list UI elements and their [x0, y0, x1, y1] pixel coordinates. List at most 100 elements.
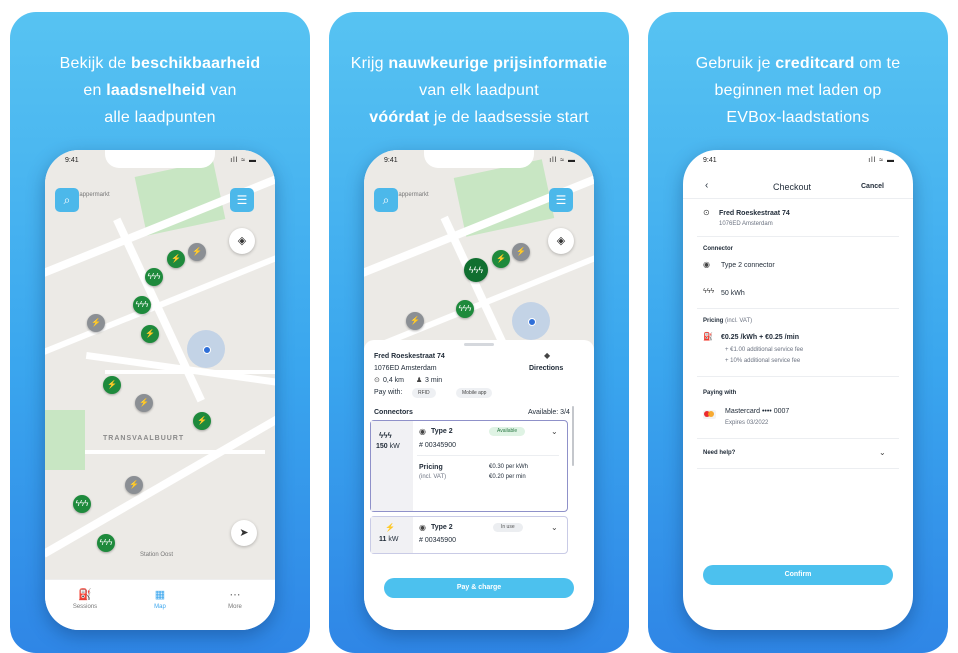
charger-pin[interactable]: ⚡ — [135, 394, 153, 412]
connector-type: Type 2 connector — [721, 262, 775, 269]
layers-button[interactable]: ◈ — [548, 228, 574, 254]
road — [85, 450, 265, 454]
connector-label: Connector — [703, 246, 733, 252]
panel-availability: Bekijk de beschikbaarheid en laadsnelhei… — [10, 12, 310, 653]
tab-more[interactable]: ⋯ More — [205, 588, 265, 610]
card-expiry: Expires 03/2022 — [725, 420, 769, 426]
current-location — [512, 302, 550, 340]
charger-pin[interactable]: ⚡ — [103, 376, 121, 394]
caption-line: EVBox-laadstations — [726, 109, 870, 126]
pricing-label: Pricing (incl. VAT) — [703, 318, 753, 324]
charger-pin[interactable]: ⚡ — [193, 412, 211, 430]
pay-chip-rfid: RFID — [412, 388, 436, 398]
search-button[interactable]: ⌕ — [55, 188, 79, 212]
directions-button[interactable]: Directions — [529, 365, 563, 372]
charger-pin[interactable]: ϟϟϟ — [456, 300, 474, 318]
pricing-sub: (incl. VAT) — [419, 474, 447, 480]
station-sheet: Fred Roeskestraat 74 1076ED Amsterdam ⊙ … — [364, 340, 594, 630]
caption-line: en laadsnelheid van — [83, 82, 237, 99]
caption-line: Krijg nauwkeurige prijsinformatie — [350, 55, 608, 72]
walk-time: 3 min — [425, 377, 443, 384]
tab-map[interactable]: ▦ Map — [130, 588, 190, 610]
layers-button[interactable]: ◈ — [229, 228, 255, 254]
pay-charge-button[interactable]: Pay & charge — [384, 578, 574, 598]
need-help[interactable]: Need help? — [703, 450, 735, 456]
filter-button[interactable]: ☰ — [549, 188, 573, 212]
power-icon: ϟϟϟ — [379, 431, 392, 440]
connector-type: Type 2 — [431, 524, 453, 531]
panel-checkout: Gebruik je creditcard om te beginnen met… — [648, 12, 948, 653]
connector-card[interactable]: ⚡ 11 kW ◉ Type 2 # 00345900 In use ⌄ — [370, 516, 568, 554]
charger-pin[interactable]: ⚡ — [492, 250, 510, 268]
scrollbar[interactable] — [572, 406, 574, 466]
cancel-button[interactable]: Cancel — [861, 183, 884, 190]
connector-card[interactable]: ϟϟϟ 150 kW ◉ Type 2 # 00345900 Available… — [370, 420, 568, 512]
charger-pin[interactable]: ϟϟϟ — [145, 268, 163, 286]
charger-pin[interactable]: ϟϟϟ — [133, 296, 151, 314]
map-label: TRANSVAALBUURT — [103, 435, 185, 442]
map-label: Station Oost — [140, 552, 174, 558]
caption: Bekijk de beschikbaarheid en laadsnelhei… — [10, 50, 310, 131]
power-icon: ϟϟϟ — [703, 288, 715, 295]
map-icon: ▦ — [154, 589, 166, 601]
caption-line: beginnen met laden op — [714, 82, 882, 99]
map[interactable]: Dappermarkt TRANSVAALBUURT Station Oost … — [45, 150, 275, 580]
road — [440, 215, 516, 350]
charger-pin[interactable]: ⚡ — [125, 476, 143, 494]
station-name: Fred Roeskestraat 74 — [374, 353, 445, 360]
charger-pin[interactable]: ⚡ — [141, 325, 159, 343]
divider — [697, 376, 899, 377]
address: Fred Roeskestraat 74 — [719, 210, 790, 217]
mastercard-icon — [703, 410, 716, 419]
plug-icon: ◉ — [703, 260, 710, 269]
charger-icon: ⛽ — [703, 332, 713, 341]
tab-sessions[interactable]: ⛽ Sessions — [55, 588, 115, 610]
chevron-down-icon[interactable]: ⌄ — [879, 448, 886, 457]
caption-line: vóórdat je de laadsessie start — [369, 109, 589, 126]
caption: Krijg nauwkeurige prijsinformatie van el… — [329, 50, 629, 131]
caption-line: van elk laadpunt — [419, 82, 539, 99]
map-label: Dappermarkt — [394, 192, 429, 198]
divider — [697, 236, 899, 237]
phone-station: 9:41 ıll ≈ ▬ Dappermarkt ⌕ ☰ ◈ ϟϟϟ ⚡ ⚡ ϟϟ… — [364, 150, 594, 630]
tab-bar: ⛽ Sessions ▦ Map ⋯ More — [45, 579, 275, 630]
phone-checkout: 9:41 ıll ≈ ▬ ‹ Checkout Cancel ⊙ Fred Roe… — [683, 150, 913, 630]
filter-button[interactable]: ☰ — [230, 188, 254, 212]
charger-pin[interactable]: ⚡ — [87, 314, 105, 332]
charger-pin-selected[interactable]: ϟϟϟ — [464, 258, 488, 282]
back-button[interactable]: ‹ — [705, 180, 708, 191]
map[interactable]: Dappermarkt ⌕ ☰ ◈ ϟϟϟ ⚡ ⚡ ϟϟϟ ⚡ — [364, 150, 594, 350]
price-main: €0.25 /kWh + €0.25 /min — [721, 334, 800, 341]
pay-with-label: Pay with: — [374, 389, 403, 396]
locate-button[interactable]: ➤ — [231, 520, 257, 546]
divider — [683, 198, 913, 199]
charger-pin[interactable]: ⚡ — [512, 243, 530, 261]
station-city: 1076ED Amsterdam — [374, 365, 437, 372]
park — [45, 410, 85, 470]
city: 1076ED Amsterdam — [719, 221, 773, 227]
sessions-icon: ⛽ — [78, 589, 92, 601]
panel-pricing: Krijg nauwkeurige prijsinformatie van el… — [329, 12, 629, 653]
charger-pin[interactable]: ϟϟϟ — [73, 495, 91, 513]
chevron-down-icon[interactable]: ⌄ — [551, 523, 558, 532]
pay-chip-app: Mobile app — [456, 388, 493, 398]
charger-pin[interactable]: ϟϟϟ — [97, 534, 115, 552]
divider — [697, 308, 899, 309]
charger-pin[interactable]: ⚡ — [406, 312, 424, 330]
search-button[interactable]: ⌕ — [374, 188, 398, 212]
directions-icon[interactable]: ◆ — [544, 351, 550, 360]
confirm-button[interactable]: Confirm — [703, 565, 893, 585]
price-kwh: €0.30 per kWh — [489, 464, 529, 470]
chevron-down-icon[interactable]: ⌄ — [551, 427, 558, 436]
connector-id: # 00345900 — [419, 537, 456, 544]
sheet-handle[interactable] — [464, 343, 494, 346]
card-number: Mastercard •••• 0007 — [725, 408, 790, 415]
status-bar: 9:41 ıll ≈ ▬ — [65, 157, 257, 164]
caption-line: alle laadpunten — [104, 109, 216, 126]
power-icon: ⚡ — [385, 523, 395, 532]
status-bar: 9:41 ıll ≈ ▬ — [384, 157, 576, 164]
charger-pin[interactable]: ⚡ — [167, 250, 185, 268]
phone-map: 9:41 ıll ≈ ▬ Dappermarkt TRANSVAALBUURT S… — [45, 150, 275, 630]
charger-pin[interactable]: ⚡ — [188, 243, 206, 261]
fee-percent: + 10% additional service fee — [725, 358, 801, 364]
